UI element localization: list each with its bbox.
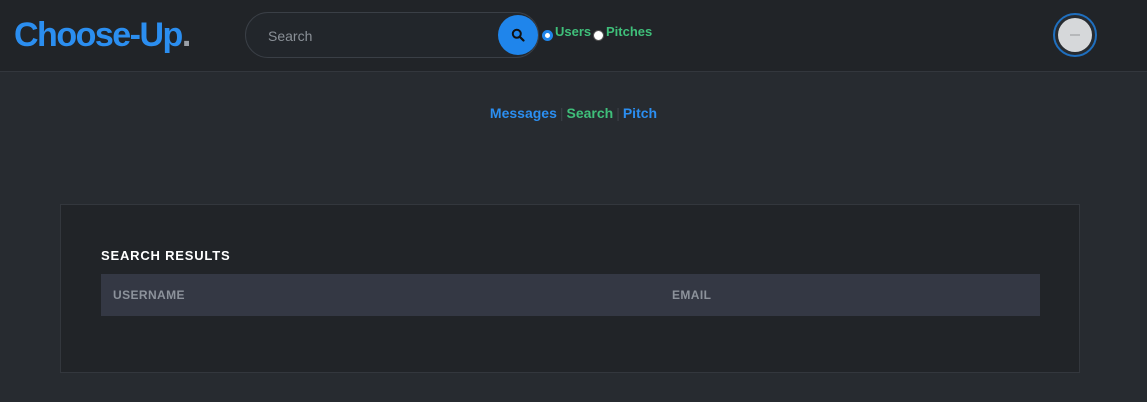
user-avatar[interactable] (1053, 13, 1097, 57)
search-bar (245, 12, 539, 58)
radio-users-label[interactable]: Users (555, 24, 591, 39)
search-results-panel: SEARCH RESULTS USERNAME EMAIL (60, 204, 1080, 373)
top-navbar: Choose-Up. Users Pitches (0, 0, 1147, 72)
avatar-image (1058, 18, 1092, 52)
search-input[interactable] (268, 25, 488, 47)
panel-title: SEARCH RESULTS (101, 248, 231, 263)
nav-link-messages[interactable]: Messages (490, 105, 557, 121)
nav-separator: | (559, 105, 564, 121)
logo-text: Choose-Up (14, 16, 183, 54)
results-table-header: USERNAME EMAIL (101, 274, 1040, 316)
sub-navigation: Messages | Search | Pitch (0, 105, 1147, 121)
radio-pitches-label[interactable]: Pitches (606, 24, 652, 39)
radio-pitches[interactable] (593, 30, 604, 41)
search-button[interactable] (498, 15, 538, 55)
column-header-email[interactable]: EMAIL (672, 288, 711, 302)
logo[interactable]: Choose-Up. (14, 15, 191, 55)
logo-dot: . (181, 16, 191, 54)
radio-users[interactable] (542, 30, 553, 41)
nav-link-search[interactable]: Search (567, 105, 614, 121)
nav-link-pitch[interactable]: Pitch (623, 105, 657, 121)
column-header-username[interactable]: USERNAME (113, 288, 185, 302)
search-icon (511, 28, 525, 42)
nav-separator: | (616, 105, 620, 121)
